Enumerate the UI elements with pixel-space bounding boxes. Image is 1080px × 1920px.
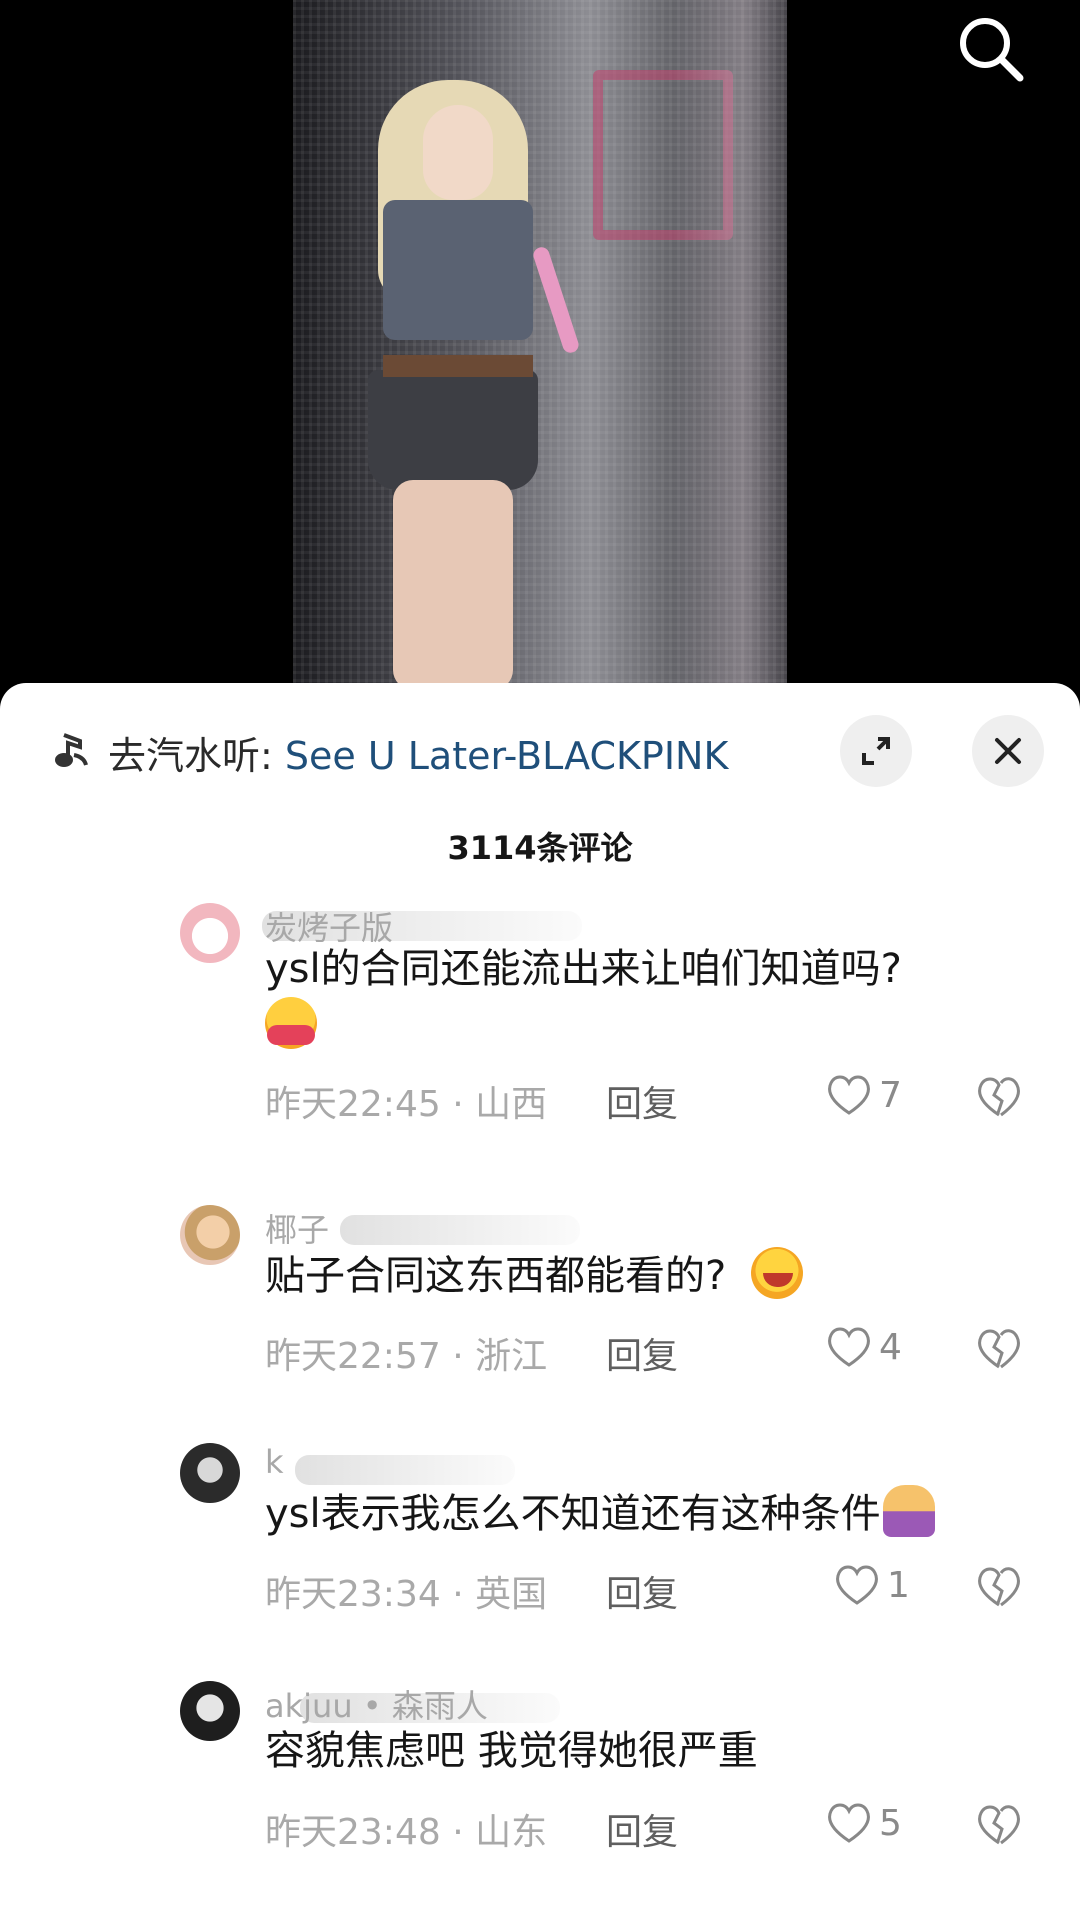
comment-text[interactable]: 容貌焦虑吧 我觉得她很严重 [265, 1723, 758, 1779]
search-icon [960, 18, 1024, 82]
expand-icon [862, 737, 890, 765]
person-shrugging-emoji [882, 1485, 935, 1537]
comment-item: 炭烤子版 ysl的合同还能流出来让咱们知道吗? 昨天22:45 · 山西 回复 … [0, 903, 1080, 1153]
username[interactable]: 椰子 [265, 1205, 329, 1251]
like-count: 4 [879, 1326, 902, 1368]
comment-text-content: ysl的合同还能流出来让咱们知道吗? [265, 946, 902, 992]
comment-count: 3114条评论 [447, 829, 633, 867]
like-button[interactable]: 7 [825, 1073, 902, 1117]
comment-text-content: 贴子合同这东西都能看的? [265, 1253, 727, 1299]
music-note-icon [55, 733, 88, 767]
rolling-laughing-emoji [750, 1247, 803, 1299]
username-blur [340, 1215, 580, 1245]
username[interactable]: k [265, 1443, 284, 1481]
comment-text[interactable]: 贴子合同这东西都能看的? [265, 1247, 803, 1304]
avatar[interactable] [180, 1681, 240, 1741]
heart-icon [828, 1803, 870, 1843]
performer-legs [393, 480, 513, 690]
reply-button[interactable]: 回复 [606, 1803, 678, 1855]
comment-sheet: 去汽水听: See U Later-BLACKPINK 3114条评论 炭烤子版… [0, 683, 1080, 1920]
like-button[interactable]: 1 [833, 1563, 910, 1607]
broken-heart-icon[interactable] [974, 1325, 1024, 1373]
comment-item: k ysl表示我怎么不知道还有这种条件 昨天23:34 · 英国 回复 1 [0, 1443, 1080, 1643]
broken-heart-icon[interactable] [974, 1801, 1024, 1849]
comment-item: 椰子 贴子合同这东西都能看的? 昨天22:57 · 浙江 回复 4 [0, 1205, 1080, 1405]
heart-icon [828, 1327, 870, 1367]
search-button[interactable] [950, 8, 1030, 88]
close-icon [995, 738, 1021, 764]
microphone [531, 245, 581, 355]
comment-text[interactable]: ysl表示我怎么不知道还有这种条件 [265, 1485, 935, 1542]
comment-meta: 昨天23:34 · 英国 [265, 1574, 548, 1615]
username[interactable]: akjuu • 森雨人 [265, 1681, 488, 1727]
reply-button[interactable]: 回复 [606, 1327, 678, 1379]
music-link[interactable]: 去汽水听: See U Later-BLACKPINK [108, 725, 728, 780]
comment-meta: 昨天23:48 · 山东 [265, 1812, 548, 1853]
performer-face [423, 105, 493, 200]
hugging-face-emoji [265, 997, 317, 1049]
expand-button[interactable] [840, 715, 912, 787]
broken-heart-icon[interactable] [974, 1073, 1024, 1121]
username-blur [295, 1455, 515, 1485]
stage-light [673, 0, 787, 690]
like-button[interactable]: 5 [825, 1801, 902, 1845]
music-prefix: 去汽水听: [108, 734, 285, 778]
close-button[interactable] [972, 715, 1044, 787]
reply-button[interactable]: 回复 [606, 1565, 678, 1617]
avatar[interactable] [180, 1443, 240, 1503]
comment-item: akjuu • 森雨人 容貌焦虑吧 我觉得她很严重 昨天23:48 · 山东 回… [0, 1681, 1080, 1881]
video-frame[interactable] [293, 0, 787, 690]
heart-icon [828, 1075, 870, 1115]
performer-belt [383, 355, 533, 377]
comment-text-content: ysl表示我怎么不知道还有这种条件 [265, 1491, 881, 1537]
comment-meta: 昨天22:45 · 山西 [265, 1084, 548, 1125]
like-button[interactable]: 4 [825, 1325, 902, 1369]
broken-heart-icon[interactable] [974, 1563, 1024, 1611]
video-player[interactable] [0, 0, 1080, 700]
performer [323, 70, 583, 690]
reply-button[interactable]: 回复 [606, 1075, 678, 1127]
like-count: 7 [879, 1074, 902, 1116]
comment-text[interactable]: ysl的合同还能流出来让咱们知道吗? [265, 941, 902, 1054]
like-count: 5 [879, 1802, 902, 1844]
avatar[interactable] [180, 903, 240, 963]
music-song-title[interactable]: See U Later-BLACKPINK [285, 734, 729, 778]
heart-icon [836, 1565, 878, 1605]
performer-top [383, 200, 533, 340]
avatar[interactable] [180, 1205, 240, 1265]
comment-meta: 昨天22:57 · 浙江 [265, 1336, 548, 1377]
like-count: 1 [887, 1564, 910, 1606]
performer-shorts [368, 370, 538, 490]
